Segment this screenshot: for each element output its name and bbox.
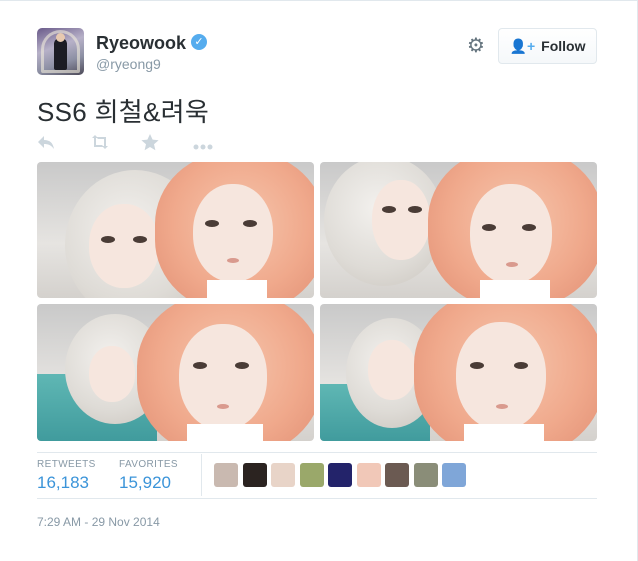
add-user-icon: 👤+ bbox=[509, 37, 536, 54]
favoriter-avatar-5[interactable] bbox=[328, 463, 352, 487]
face bbox=[470, 184, 552, 284]
face bbox=[372, 180, 430, 260]
favoriter-avatar-4[interactable] bbox=[299, 463, 324, 487]
frame-border-top bbox=[0, 0, 638, 1]
follow-button-label: Follow bbox=[541, 38, 586, 54]
retweets-label: RETWEETS bbox=[37, 459, 96, 470]
user-name[interactable]: Ryeowook bbox=[96, 33, 186, 54]
favoriter-avatar-7[interactable] bbox=[385, 463, 409, 487]
lips bbox=[217, 404, 229, 409]
stats-divider-vertical bbox=[201, 454, 202, 496]
lips bbox=[496, 404, 508, 409]
face bbox=[89, 204, 159, 288]
verified-badge-icon: ✓ bbox=[191, 34, 207, 50]
favoriter-avatar-8[interactable] bbox=[413, 463, 438, 487]
face bbox=[368, 340, 416, 400]
white-shirt bbox=[464, 424, 544, 441]
eye bbox=[482, 224, 496, 231]
retweet-icon[interactable] bbox=[89, 134, 141, 154]
face bbox=[456, 322, 546, 430]
lips bbox=[506, 262, 518, 267]
favoriter-avatar-3[interactable] bbox=[271, 463, 295, 487]
face bbox=[179, 324, 267, 430]
tweet-actions bbox=[37, 134, 245, 154]
eye bbox=[193, 362, 207, 369]
favorites-count[interactable]: 15,920 bbox=[119, 473, 171, 493]
eye bbox=[205, 220, 219, 227]
white-shirt bbox=[480, 280, 550, 298]
eye bbox=[522, 224, 536, 231]
eye bbox=[235, 362, 249, 369]
favoriter-avatar-6[interactable] bbox=[356, 463, 381, 487]
face bbox=[89, 346, 135, 402]
follow-button[interactable]: 👤+ Follow bbox=[498, 28, 597, 64]
user-handle[interactable]: @ryeong9 bbox=[96, 56, 161, 72]
retweets-count[interactable]: 16,183 bbox=[37, 473, 89, 493]
gear-icon[interactable]: ⚙ bbox=[466, 36, 486, 56]
eye bbox=[382, 206, 396, 213]
photo-2[interactable] bbox=[320, 162, 597, 298]
avatar-figure bbox=[54, 38, 67, 70]
tweet-text: SS6 희철&려욱 bbox=[37, 97, 210, 127]
stats-divider-bottom bbox=[37, 498, 597, 499]
favoriter-avatar-9[interactable] bbox=[442, 463, 466, 487]
more-icon[interactable] bbox=[193, 134, 245, 154]
white-shirt bbox=[187, 424, 263, 441]
favoriter-avatar-2[interactable] bbox=[242, 463, 267, 487]
face bbox=[193, 184, 273, 282]
eye bbox=[243, 220, 257, 227]
photo-3[interactable] bbox=[37, 304, 314, 441]
lips bbox=[227, 258, 239, 263]
tweet-timestamp[interactable]: 7:29 AM - 29 Nov 2014 bbox=[37, 515, 160, 529]
photo-1[interactable] bbox=[37, 162, 314, 298]
eye bbox=[408, 206, 422, 213]
eye bbox=[514, 362, 528, 369]
eye bbox=[470, 362, 484, 369]
white-shirt bbox=[207, 280, 267, 298]
avatar[interactable] bbox=[37, 28, 84, 75]
favoriter-avatar-1[interactable] bbox=[214, 463, 238, 487]
eye bbox=[101, 236, 115, 243]
reply-icon[interactable] bbox=[37, 134, 89, 154]
avatar-head bbox=[56, 33, 65, 42]
favorite-icon[interactable] bbox=[141, 134, 193, 154]
photo-4[interactable] bbox=[320, 304, 597, 441]
eye bbox=[133, 236, 147, 243]
favorites-label: FAVORITES bbox=[119, 459, 178, 470]
stats-divider-top bbox=[37, 452, 597, 453]
